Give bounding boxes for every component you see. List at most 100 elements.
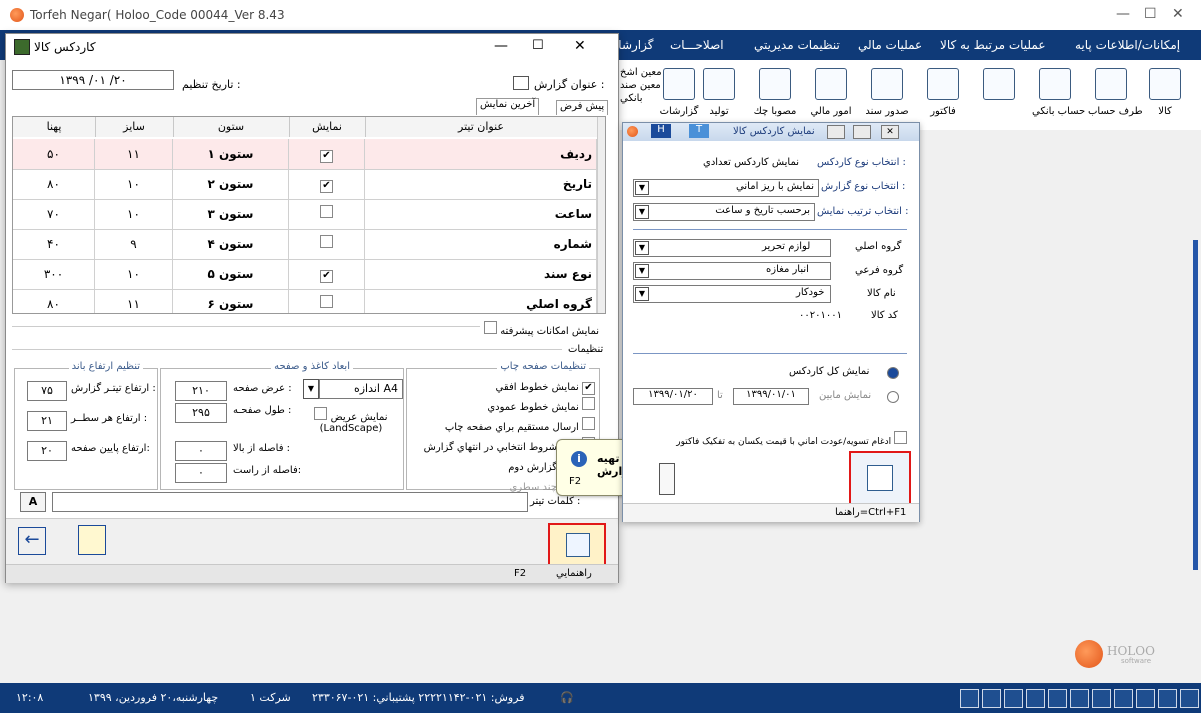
print-option-checkbox[interactable] bbox=[582, 417, 595, 430]
prepare-report-button[interactable] bbox=[548, 523, 606, 569]
dialog-prepare-report-button[interactable] bbox=[849, 451, 911, 507]
toolbar-item-cheque[interactable]: مصوبا چك bbox=[752, 68, 798, 117]
menu-management-settings[interactable]: تنظيمات مديريتي bbox=[754, 38, 840, 52]
menu-basic-info[interactable]: إمکانات/اطلاعات پايه bbox=[1075, 38, 1180, 52]
item-name-select[interactable]: ▼ خودکار bbox=[633, 285, 831, 303]
show-checkbox[interactable]: ✔ bbox=[320, 150, 333, 163]
font-icon[interactable]: A bbox=[20, 492, 46, 512]
letter-k-icon[interactable] bbox=[1026, 689, 1045, 708]
cell-show[interactable]: ✔ bbox=[289, 139, 365, 170]
tab-last-view[interactable]: آخرين نمايش bbox=[476, 98, 540, 115]
print-option-checkbox[interactable] bbox=[582, 397, 595, 410]
toolbar-item-invoice[interactable]: فاکتور bbox=[920, 68, 966, 117]
close-icon[interactable]: ✕ bbox=[1172, 6, 1184, 22]
date-from-field[interactable]: ۱۳۹۹/۰۱/۰۱ bbox=[733, 388, 809, 405]
close-icon[interactable]: ✕ bbox=[574, 38, 586, 54]
cell-title[interactable]: رديف bbox=[365, 139, 597, 170]
paper-size-select[interactable]: اندازه A4 bbox=[319, 379, 403, 399]
cell-show[interactable] bbox=[289, 199, 365, 230]
toolbar-item-production[interactable]: تولید bbox=[696, 68, 742, 117]
t-button[interactable]: T bbox=[689, 124, 709, 138]
calendar-icon[interactable] bbox=[1158, 689, 1177, 708]
row-height-spinner[interactable]: ۲۱ bbox=[27, 411, 67, 431]
landscape-checkbox[interactable] bbox=[314, 407, 328, 420]
side-shortcut-person[interactable]: معين اشخ bbox=[620, 66, 662, 79]
maximize-icon[interactable]: ☐ bbox=[1144, 6, 1157, 22]
cell-col[interactable]: ستون ۵ bbox=[173, 259, 289, 290]
print-option-checkbox[interactable]: ✔ bbox=[582, 382, 595, 395]
toolbar-item-reports[interactable]: گزارشات bbox=[656, 68, 702, 117]
h-button[interactable]: H bbox=[651, 124, 671, 138]
page-width-spinner[interactable]: ۲۱۰ bbox=[175, 381, 227, 401]
merge-option[interactable]: ادغام تسويه/عودت اماني با قيمت يکسان به … bbox=[637, 431, 907, 447]
keyboard-icon[interactable] bbox=[982, 689, 1001, 708]
menu-financial[interactable]: عمليات مالي bbox=[858, 38, 922, 52]
cell-col[interactable]: ستون ۳ bbox=[173, 199, 289, 230]
grid-scrollbar[interactable] bbox=[597, 117, 605, 313]
print-option[interactable]: نمايش خطوط افقي ✔ bbox=[409, 379, 595, 397]
show-checkbox[interactable]: ✔ bbox=[320, 180, 333, 193]
between-radio[interactable] bbox=[887, 391, 899, 403]
cell-show[interactable] bbox=[289, 289, 365, 313]
table-row[interactable]: ساعت ستون ۳ ۱۰ ۷۰ bbox=[13, 199, 597, 230]
chevron-down-icon[interactable]: ▼ bbox=[635, 241, 649, 255]
cell-width[interactable]: ۸۰ bbox=[13, 289, 95, 313]
right-margin-spinner[interactable]: ۰ bbox=[175, 463, 227, 483]
side-shortcut-bank[interactable]: بانكي bbox=[620, 92, 662, 105]
cell-width[interactable]: ۸۰ bbox=[13, 169, 95, 200]
date-to-field[interactable]: ۱۳۹۹/۰۱/۲۰ bbox=[633, 388, 713, 405]
grid-icon[interactable] bbox=[1180, 689, 1199, 708]
print-option[interactable]: نمايش خطوط عمودي bbox=[409, 397, 595, 417]
sub-group-select[interactable]: ▼ انبار مغازه bbox=[633, 262, 831, 280]
cell-title[interactable]: گروه اصلي bbox=[365, 289, 597, 313]
share-icon[interactable] bbox=[1114, 689, 1133, 708]
cell-col[interactable]: ستون ۴ bbox=[173, 229, 289, 260]
all-kardex-radio[interactable] bbox=[887, 367, 899, 379]
show-checkbox[interactable] bbox=[320, 235, 333, 248]
top-margin-spinner[interactable]: ۰ bbox=[175, 441, 227, 461]
cell-col[interactable]: ستون ۱ bbox=[173, 139, 289, 170]
cell-size[interactable]: ۱۰ bbox=[95, 169, 173, 200]
target-icon[interactable] bbox=[1004, 689, 1023, 708]
side-shortcut-cash[interactable]: معين صند bbox=[620, 79, 662, 92]
cell-title[interactable]: تاريخ bbox=[365, 169, 597, 200]
show-checkbox[interactable]: ✔ bbox=[320, 270, 333, 283]
cell-show[interactable] bbox=[289, 229, 365, 260]
menu-item-operations[interactable]: عمليات مرتبط به کالا bbox=[940, 38, 1045, 52]
report-title-icon[interactable] bbox=[513, 76, 529, 90]
maximize-icon[interactable]: ☐ bbox=[532, 38, 544, 53]
table-row[interactable]: تاريخ ✔ ستون ۲ ۱۰ ۸۰ bbox=[13, 169, 597, 200]
cell-width[interactable]: ۷۰ bbox=[13, 199, 95, 230]
title-words-input[interactable] bbox=[52, 492, 528, 512]
key-icon[interactable] bbox=[78, 525, 106, 555]
cell-width[interactable]: ۵۰ bbox=[13, 139, 95, 170]
cell-size[interactable]: ۱۱ bbox=[95, 139, 173, 170]
table-icon[interactable] bbox=[1070, 689, 1089, 708]
tab-default[interactable]: پيش فرض bbox=[556, 100, 609, 115]
footer-height-spinner[interactable]: ۲۰ bbox=[27, 441, 67, 461]
cell-col[interactable]: ستون ۶ bbox=[173, 289, 289, 313]
merge-checkbox[interactable] bbox=[894, 431, 907, 444]
image-icon[interactable] bbox=[1136, 689, 1155, 708]
cell-size[interactable]: ۱۱ bbox=[95, 289, 173, 313]
table-row[interactable]: گروه اصلي ستون ۶ ۱۱ ۸۰ bbox=[13, 289, 597, 313]
dialog-side-button[interactable] bbox=[659, 463, 675, 495]
calculator-icon[interactable] bbox=[1048, 689, 1067, 708]
show-checkbox[interactable] bbox=[320, 205, 333, 218]
toolbar-item-building[interactable] bbox=[976, 68, 1022, 100]
landscape-option[interactable]: نمايش عريض (LandScape) bbox=[311, 407, 391, 434]
toolbar-item-finance[interactable]: امور مالي bbox=[808, 68, 854, 117]
cell-title[interactable]: ساعت bbox=[365, 199, 597, 230]
cell-width[interactable]: ۴۰ bbox=[13, 229, 95, 260]
cell-col[interactable]: ستون ۲ bbox=[173, 169, 289, 200]
menu-corrections[interactable]: اصلاحـــات bbox=[670, 38, 724, 52]
dialog-help-label[interactable]: راهنما=Ctrl+F1 bbox=[835, 507, 906, 518]
window-icon[interactable] bbox=[1092, 689, 1111, 708]
minimize-icon[interactable]: — bbox=[1116, 6, 1130, 22]
main-group-select[interactable]: ▼ لوازم تحرير bbox=[633, 239, 831, 257]
chevron-down-icon[interactable]: ▼ bbox=[303, 379, 319, 399]
toolbar-item-party[interactable]: طرف حساب bbox=[1088, 68, 1143, 117]
table-row[interactable]: رديف ✔ ستون ۱ ۱۱ ۵۰ bbox=[13, 139, 597, 170]
show-checkbox[interactable] bbox=[320, 295, 333, 308]
store-icon[interactable] bbox=[960, 689, 979, 708]
